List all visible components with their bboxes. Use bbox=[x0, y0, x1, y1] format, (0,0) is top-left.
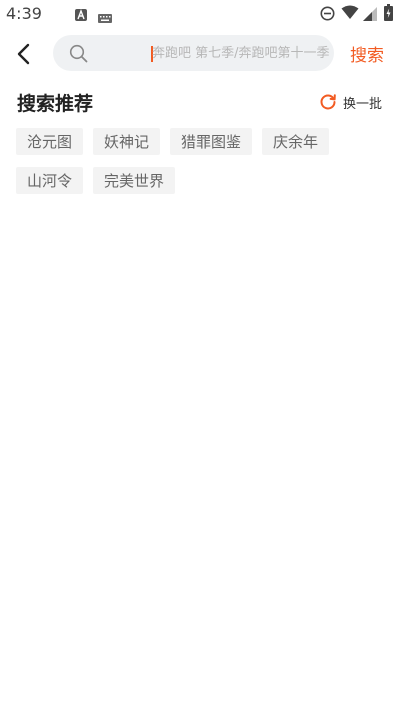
recommend-tag[interactable]: 妖神记 bbox=[93, 128, 161, 155]
search-icon bbox=[69, 44, 88, 67]
status-time: 4:39 bbox=[6, 4, 42, 23]
recommend-tag[interactable]: 庆余年 bbox=[262, 128, 330, 155]
app-notification-icon bbox=[75, 6, 87, 25]
search-bar[interactable] bbox=[53, 35, 372, 71]
section-title-search-recommend: 搜索推荐 bbox=[17, 93, 94, 115]
back-button[interactable] bbox=[10, 40, 36, 68]
refresh-icon bbox=[320, 94, 336, 110]
search-button[interactable]: 搜索 bbox=[350, 41, 384, 66]
recommend-tag[interactable]: 猎罪图鉴 bbox=[170, 128, 253, 155]
status-bar: 4:39 bbox=[0, 0, 400, 28]
recommend-tag[interactable]: 完美世界 bbox=[93, 167, 176, 194]
do-not-disturb-icon bbox=[320, 6, 335, 25]
search-header: 搜索 bbox=[0, 32, 400, 76]
refresh-label: 换一批 bbox=[343, 96, 383, 112]
back-arrow-icon bbox=[17, 43, 30, 65]
search-input[interactable] bbox=[152, 43, 372, 63]
keyboard-icon bbox=[98, 8, 112, 27]
cell-signal-icon bbox=[363, 6, 377, 25]
refresh-batch-button[interactable]: 换一批 bbox=[319, 92, 382, 112]
battery-icon bbox=[384, 4, 393, 25]
wifi-icon bbox=[341, 5, 359, 24]
recommend-tag[interactable]: 沧元图 bbox=[16, 128, 84, 155]
recommend-tag-list: 沧元图 妖神记 猎罪图鉴 庆余年 山河令 完美世界 bbox=[16, 128, 386, 194]
recommend-tag[interactable]: 山河令 bbox=[16, 167, 84, 194]
